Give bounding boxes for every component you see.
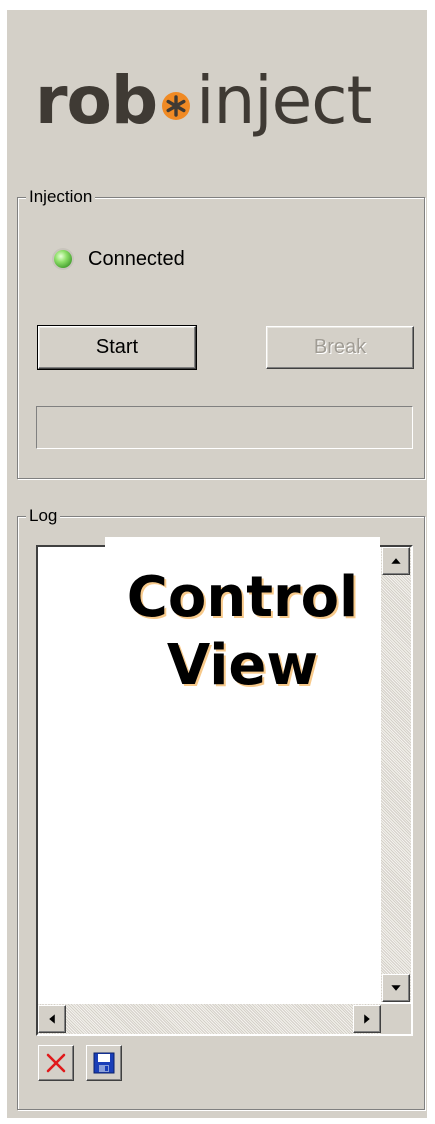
roboinject-logo: rob inject bbox=[35, 50, 372, 150]
scroll-left-button[interactable] bbox=[38, 1005, 66, 1033]
start-button[interactable]: Start bbox=[37, 325, 197, 370]
log-group-title: Log bbox=[26, 507, 61, 525]
control-view-line2: View bbox=[166, 632, 319, 698]
logo-light-text: inject bbox=[196, 61, 372, 139]
logo-bold-text: rob bbox=[35, 61, 158, 139]
break-button[interactable]: Break bbox=[266, 326, 414, 369]
scroll-right-button[interactable] bbox=[353, 1005, 381, 1033]
red-x-icon bbox=[46, 1053, 66, 1073]
control-view-line1: Control bbox=[126, 565, 359, 631]
injection-group: Injection Connected Start Break bbox=[17, 188, 425, 479]
arrow-down-icon bbox=[391, 985, 401, 991]
scroll-down-button[interactable] bbox=[382, 974, 410, 1002]
scroll-up-button[interactable] bbox=[382, 547, 410, 575]
injection-group-title: Injection bbox=[26, 188, 96, 206]
orange-asterisk-icon bbox=[162, 92, 191, 120]
clear-log-button[interactable] bbox=[38, 1045, 74, 1081]
log-textarea[interactable]: Control View bbox=[36, 537, 413, 1036]
log-horizontal-scrollbar[interactable] bbox=[38, 1004, 381, 1034]
floppy-disk-icon bbox=[93, 1052, 115, 1074]
arrow-up-icon bbox=[391, 558, 401, 564]
injection-progress-bar bbox=[36, 406, 413, 449]
start-button-label: Start bbox=[95, 336, 139, 358]
break-button-label: Break bbox=[313, 336, 367, 358]
log-group: Log Control View bbox=[17, 507, 425, 1110]
status-led-icon bbox=[54, 250, 72, 268]
log-vertical-scrollbar[interactable] bbox=[381, 547, 411, 1002]
arrow-right-icon bbox=[364, 1014, 370, 1024]
control-view-label: Control View bbox=[105, 537, 380, 712]
save-log-button[interactable] bbox=[86, 1045, 122, 1081]
arrow-left-icon bbox=[49, 1014, 55, 1024]
connection-status-label: Connected bbox=[88, 248, 185, 270]
scroll-corner bbox=[381, 1004, 411, 1034]
robo-inject-panel: rob inject Injection Connected Start Bre… bbox=[7, 10, 427, 1118]
